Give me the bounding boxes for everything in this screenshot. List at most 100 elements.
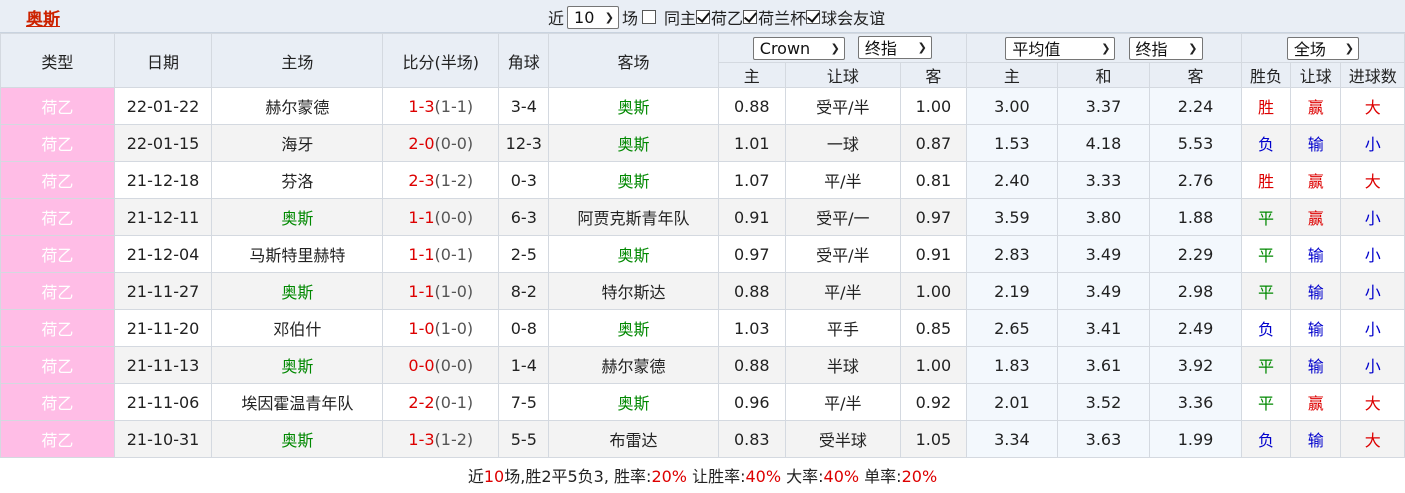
odds-draw: 3.33 [1056, 161, 1151, 199]
date-cell: 21-11-20 [113, 309, 213, 347]
home-team-cell[interactable]: 赫尔蒙德 [211, 87, 384, 125]
company-select[interactable]: Crown ❯ [752, 37, 845, 61]
score-cell[interactable]: 2-2(0-1) [382, 383, 500, 421]
odds-away: 1.88 [1149, 198, 1242, 236]
average-select[interactable]: 平均值 ❯ [1005, 36, 1116, 60]
score-cell[interactable]: 1-1(0-0) [382, 198, 500, 236]
home-team-cell[interactable]: 邓伯什 [211, 309, 384, 347]
same-home-label: 同主 [664, 9, 697, 28]
away-team-cell[interactable]: 奥斯 [548, 161, 719, 199]
score-cell[interactable]: 0-0(0-0) [382, 346, 500, 384]
home-team-cell[interactable]: 芬洛 [211, 161, 384, 199]
odds-away: 2.24 [1149, 87, 1242, 125]
league-checkbox[interactable] [696, 10, 711, 24]
handicap-result-cell: 输 [1290, 272, 1342, 310]
league-cell[interactable]: 荷乙 [0, 346, 115, 384]
home-team-cell[interactable]: 奥斯 [211, 346, 384, 384]
handicap-away-odds: 0.92 [899, 383, 968, 421]
result-cell: 平 [1240, 235, 1292, 273]
fulltime-score: 2-3 [408, 170, 435, 190]
league-option[interactable]: 球会友谊 [806, 5, 885, 29]
date-cell: 21-11-06 [113, 383, 213, 421]
score-cell[interactable]: 1-3(1-1) [382, 87, 500, 125]
away-team-cell[interactable]: 奥斯 [548, 235, 719, 273]
handicap-type-select[interactable]: 终指 ❯ [857, 35, 932, 59]
home-team-cell[interactable]: 马斯特里赫特 [211, 235, 384, 273]
recent-count-select[interactable]: 10 ❯ [567, 5, 620, 29]
score-cell[interactable]: 2-0(0-0) [382, 124, 500, 162]
score-cell[interactable]: 1-3(1-2) [382, 420, 500, 458]
away-team-cell[interactable]: 赫尔蒙德 [548, 346, 719, 384]
away-team-cell[interactable]: 特尔斯达 [548, 272, 719, 310]
col-odds-away: 客 [1149, 62, 1242, 88]
handicap-home-odds: 0.88 [717, 346, 786, 384]
col-goals: 进球数 [1340, 62, 1405, 88]
scope-select[interactable]: 全场 ❯ [1286, 36, 1359, 60]
league-cell[interactable]: 荷乙 [0, 309, 115, 347]
corner-cell: 7-5 [498, 383, 550, 421]
league-checkbox[interactable] [743, 10, 758, 24]
handicap-away-odds: 1.05 [899, 420, 968, 458]
home-team-cell[interactable]: 奥斯 [211, 272, 384, 310]
same-home-checkbox[interactable] [642, 10, 657, 24]
odds-draw: 3.41 [1056, 309, 1151, 347]
score-cell[interactable]: 2-3(1-2) [382, 161, 500, 199]
league-option[interactable]: 荷乙 [696, 5, 743, 29]
odds-type-select[interactable]: 终指 ❯ [1128, 36, 1203, 60]
fulltime-score: 2-0 [408, 133, 435, 153]
handicap-result-cell: 赢 [1290, 198, 1342, 236]
handicap-away-odds: 0.87 [899, 124, 968, 162]
col-type: 类型 [0, 33, 115, 88]
table-row: 荷乙 22-01-22 赫尔蒙德 1-3(1-1) 3-4 奥斯 0.88 受平/半 1.00 3… [0, 87, 1405, 125]
league-checkbox[interactable] [806, 10, 821, 24]
league-cell[interactable]: 荷乙 [0, 198, 115, 236]
score-cell[interactable]: 1-1(1-0) [382, 272, 500, 310]
odds-draw: 3.49 [1056, 235, 1151, 273]
fulltime-score: 1-3 [408, 96, 435, 116]
date-cell: 22-01-22 [113, 87, 213, 125]
home-team-cell[interactable]: 埃因霍温青年队 [211, 383, 384, 421]
league-cell[interactable]: 荷乙 [0, 420, 115, 458]
goals-result-cell: 大 [1340, 420, 1405, 458]
handicap-home-odds: 0.91 [717, 198, 786, 236]
home-team-cell[interactable]: 海牙 [211, 124, 384, 162]
date-cell: 21-10-31 [113, 420, 213, 458]
home-team-cell[interactable]: 奥斯 [211, 198, 384, 236]
result-cell: 平 [1240, 346, 1292, 384]
table-row: 荷乙 21-12-18 芬洛 2-3(1-2) 0-3 奥斯 1.07 平/半 0.81 2.40… [0, 161, 1405, 199]
halftime-score: (1-0) [434, 318, 474, 338]
recent-prefix-label: 近 [548, 9, 565, 28]
odds-away: 2.98 [1149, 272, 1242, 310]
league-cell[interactable]: 荷乙 [0, 124, 115, 162]
away-team-cell[interactable]: 奥斯 [548, 309, 719, 347]
league-cell[interactable]: 荷乙 [0, 383, 115, 421]
goals-result-cell: 小 [1340, 346, 1405, 384]
league-cell[interactable]: 荷乙 [0, 87, 115, 125]
team-title-link[interactable]: 奥斯 [26, 5, 60, 30]
corner-cell: 3-4 [498, 87, 550, 125]
odds-home: 3.00 [966, 87, 1058, 125]
league-option[interactable]: 荷兰杯 [743, 5, 806, 29]
score-cell[interactable]: 1-0(1-0) [382, 309, 500, 347]
away-team-cell[interactable]: 奥斯 [548, 124, 719, 162]
home-team-cell[interactable]: 奥斯 [211, 420, 384, 458]
odds-draw: 3.61 [1056, 346, 1151, 384]
result-cell: 负 [1240, 309, 1292, 347]
away-team-cell[interactable]: 阿贾克斯青年队 [548, 198, 719, 236]
date-cell: 21-12-04 [113, 235, 213, 273]
away-team-cell[interactable]: 奥斯 [548, 383, 719, 421]
odds-home: 2.19 [966, 272, 1058, 310]
league-cell[interactable]: 荷乙 [0, 161, 115, 199]
odds-draw: 4.18 [1056, 124, 1151, 162]
league-cell[interactable]: 荷乙 [0, 235, 115, 273]
league-cell[interactable]: 荷乙 [0, 272, 115, 310]
col-date: 日期 [113, 33, 213, 88]
handicap-result-cell: 输 [1290, 124, 1342, 162]
chevron-down-icon: ❯ [830, 42, 840, 56]
handicap-home-odds: 0.96 [717, 383, 786, 421]
same-home-option[interactable]: 同主 [642, 5, 696, 29]
away-team-cell[interactable]: 奥斯 [548, 87, 719, 125]
odds-draw: 3.63 [1056, 420, 1151, 458]
away-team-cell[interactable]: 布雷达 [548, 420, 719, 458]
score-cell[interactable]: 1-1(0-1) [382, 235, 500, 273]
